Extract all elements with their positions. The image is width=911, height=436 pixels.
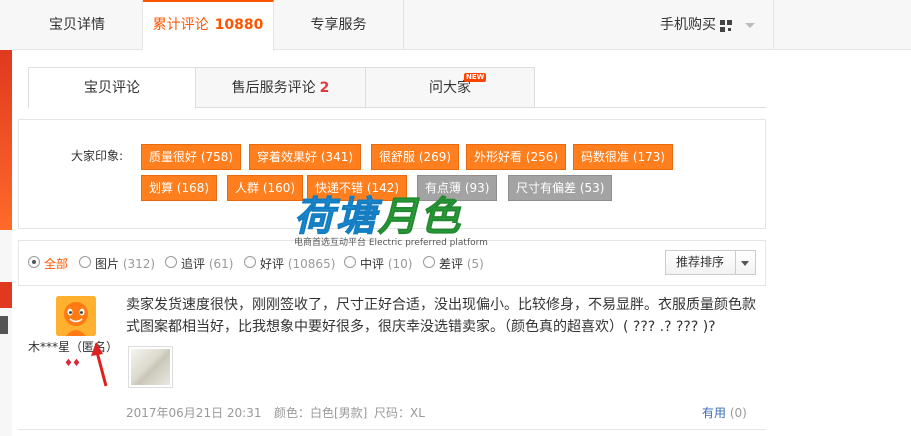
filter-good-label[interactable]: 好评 (10865) <box>260 255 335 272</box>
mobile-buy-link[interactable]: 手机购买 <box>660 0 716 50</box>
left-side-strip <box>0 0 12 436</box>
side-handle[interactable] <box>0 316 8 334</box>
sort-label: 推荐排序 <box>676 255 725 269</box>
subtab-after-sale-reviews[interactable]: 售后服务评论 2 <box>196 67 366 108</box>
filter-good-radio[interactable] <box>244 256 256 268</box>
new-badge: NEW <box>464 73 487 82</box>
impressions-label: 大家印象: <box>71 149 124 163</box>
divider <box>735 251 736 274</box>
filter-followup-radio[interactable] <box>165 256 177 268</box>
review-date: 2017年06月21日 20:31 <box>126 406 262 420</box>
subtab-after-sale-label: 售后服务评论 <box>231 80 316 96</box>
filter-all-radio[interactable] <box>28 256 40 268</box>
tab-reviews[interactable]: 累计评论 10880 <box>143 0 274 51</box>
filter-medium-count: (10) <box>387 257 413 271</box>
useful-label: 有用 <box>702 406 727 420</box>
impression-tag[interactable]: 尺寸有偏差 (53) <box>508 175 613 201</box>
review-sub-tabs: 宝贝评论 售后服务评论 2 问大家 NEW <box>28 67 766 109</box>
filter-bad-text: 差评 <box>439 257 464 271</box>
impressions-box: 大家印象: 质量很好 (758) 穿着效果好 (341) 很舒服 (269) 外… <box>18 119 766 229</box>
filter-bad-count: (5) <box>466 257 484 271</box>
chevron-down-icon[interactable] <box>745 23 755 28</box>
filter-pictures-radio[interactable] <box>79 256 91 268</box>
divider <box>773 0 774 50</box>
filter-all-label[interactable]: 全部 <box>44 255 68 272</box>
impression-tag[interactable]: 外形好看 (256) <box>466 144 567 170</box>
impression-tag[interactable]: 快递不错 (142) <box>307 175 408 201</box>
useful-button[interactable]: 有用 (0) <box>702 404 747 421</box>
filter-good-text: 好评 <box>260 257 285 271</box>
tab-reviews-label: 累计评论 <box>152 17 209 33</box>
filter-good-count: (10865) <box>287 257 336 271</box>
subtab-ask-everyone[interactable]: 问大家 NEW <box>366 67 535 108</box>
subtab-after-sale-count: 2 <box>319 80 330 96</box>
review-page: 宝贝详情 累计评论 10880 专享服务 手机购买 宝贝评论 售后服务评论 2 问大… <box>0 0 911 436</box>
impression-tag[interactable]: 很舒服 (269) <box>371 144 460 170</box>
impression-tag[interactable]: 质量很好 (758) <box>141 144 242 170</box>
review-photo-thumbnail[interactable] <box>128 346 173 388</box>
filter-followup-label[interactable]: 追评 (61) <box>181 255 233 272</box>
sort-dropdown[interactable]: 推荐排序 <box>665 250 756 275</box>
impression-tag[interactable]: 人群 (160) <box>227 175 304 201</box>
tab-details[interactable]: 宝贝详情 <box>12 0 143 50</box>
qrcode-icon[interactable] <box>720 20 732 32</box>
filter-bad-label[interactable]: 差评 (5) <box>439 255 484 272</box>
tab-service[interactable]: 专享服务 <box>274 0 404 50</box>
filter-pictures-text: 图片 <box>95 257 120 271</box>
taobao-avatar-icon <box>56 296 96 336</box>
side-banner <box>0 50 12 230</box>
filter-followup-text: 追评 <box>181 257 206 271</box>
side-marker <box>0 282 12 308</box>
impression-tag[interactable]: 有点薄 (93) <box>417 175 498 201</box>
useful-count: (0) <box>729 406 747 420</box>
avatar <box>56 296 96 336</box>
filter-followup-count: (61) <box>208 257 234 271</box>
filter-bad-radio[interactable] <box>423 256 435 268</box>
review-photo <box>131 349 170 385</box>
filter-pictures-label[interactable]: 图片 (312) <box>95 255 155 272</box>
subtab-item-reviews[interactable]: 宝贝评论 <box>28 67 196 109</box>
impression-tag[interactable]: 划算 (168) <box>141 175 218 201</box>
divider <box>18 429 766 430</box>
filter-medium-radio[interactable] <box>344 256 356 268</box>
review-color: 颜色：白色[男款] <box>274 406 368 420</box>
filter-medium-label[interactable]: 中评 (10) <box>360 255 412 272</box>
impression-tag[interactable]: 码数很准 (173) <box>573 144 674 170</box>
review-size: 尺码：XL <box>374 406 425 420</box>
subtab-ask-label: 问大家 <box>429 80 471 96</box>
review-filter-bar: 全部 图片 (312) 追评 (61) 好评 (10865) 中评 (10) 差… <box>18 240 766 286</box>
review-content: 卖家发货速度很快，刚刚签收了，尺寸正好合适，没出现偏小。比较修身，不易显胖。衣服… <box>126 297 756 335</box>
annotation-arrow-icon <box>91 342 108 387</box>
impression-tag[interactable]: 穿着效果好 (341) <box>249 144 362 170</box>
filter-pictures-count: (312) <box>122 257 156 271</box>
filter-medium-text: 中评 <box>360 257 385 271</box>
top-tab-bar: 宝贝详情 累计评论 10880 专享服务 手机购买 <box>12 0 911 51</box>
chevron-down-icon <box>741 261 749 266</box>
rating-gem-icon: ♦♦ <box>64 358 81 369</box>
tab-reviews-count: 10880 <box>214 17 264 33</box>
